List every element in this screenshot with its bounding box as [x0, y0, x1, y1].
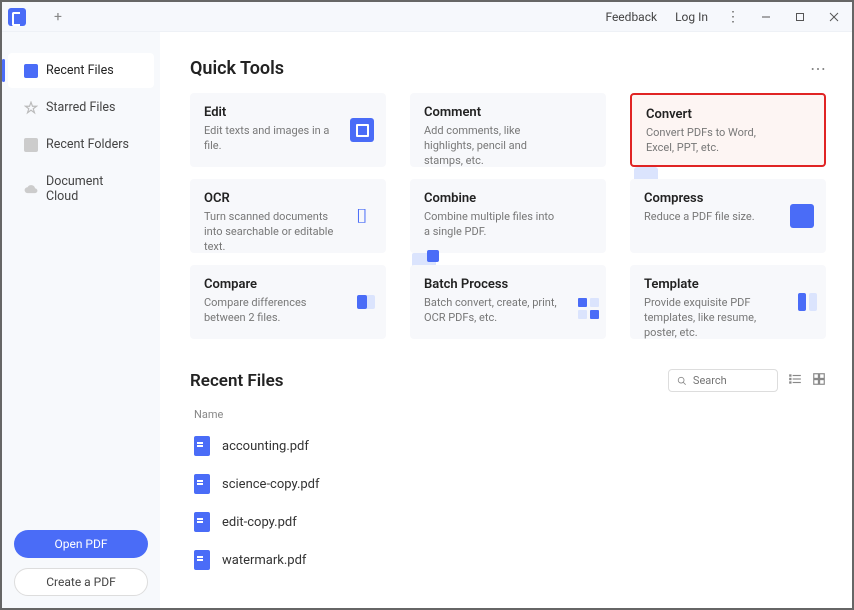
sidebar-label: Recent Files [46, 63, 114, 78]
recent-files-header: Recent Files [190, 369, 826, 392]
ocr-icon [350, 204, 374, 228]
grid-view-icon[interactable] [812, 372, 826, 390]
star-icon [24, 101, 38, 115]
titlebar-left: + [8, 8, 66, 26]
file-name: science-copy.pdf [222, 477, 320, 492]
create-pdf-button[interactable]: Create a PDF [14, 568, 148, 596]
sidebar-item-recent-files[interactable]: Recent Files [8, 53, 154, 88]
edit-icon [350, 118, 374, 142]
sidebar-item-document-cloud[interactable]: Document Cloud [8, 164, 154, 214]
quick-tools-grid: Edit Edit texts and images in a file. Co… [190, 93, 826, 339]
new-tab-button[interactable]: + [50, 9, 66, 25]
tool-card-combine[interactable]: Combine Combine multiple files into a si… [410, 179, 606, 253]
tool-title: Batch Process [424, 277, 592, 292]
minimize-button[interactable] [754, 5, 778, 29]
list-view-icon[interactable] [788, 372, 802, 390]
tool-card-batch-process[interactable]: Batch Process Batch convert, create, pri… [410, 265, 606, 339]
file-icon [24, 64, 38, 78]
file-name: accounting.pdf [222, 439, 309, 454]
titlebar-right: Feedback Log In ⋮ [601, 5, 846, 29]
file-name: edit-copy.pdf [222, 515, 297, 530]
file-name: watermark.pdf [222, 553, 306, 568]
batch-icon [570, 290, 594, 314]
sidebar-label: Document Cloud [46, 174, 138, 204]
tool-title: OCR [204, 191, 372, 206]
more-menu-icon[interactable]: ⋮ [722, 9, 744, 25]
template-icon [790, 290, 814, 314]
tool-desc: Convert PDFs to Word, Excel, PPT, etc. [646, 126, 810, 156]
content-area: Quick Tools ⋯ Edit Edit texts and images… [160, 32, 852, 608]
file-row[interactable]: accounting.pdf [190, 427, 826, 465]
file-row[interactable]: science-copy.pdf [190, 465, 826, 503]
pdf-file-icon [194, 512, 210, 532]
recent-files-heading: Recent Files [190, 371, 283, 391]
login-link[interactable]: Log In [671, 8, 712, 26]
sidebar-label: Starred Files [46, 100, 116, 115]
tool-card-edit[interactable]: Edit Edit texts and images in a file. [190, 93, 386, 167]
sidebar-footer: Open PDF Create a PDF [2, 518, 160, 608]
search-icon [677, 375, 687, 387]
tool-desc: Add comments, like highlights, pencil an… [424, 124, 592, 169]
open-pdf-button[interactable]: Open PDF [14, 530, 148, 558]
tool-title: Edit [204, 105, 372, 120]
file-row[interactable]: watermark.pdf [190, 541, 826, 579]
compare-icon [350, 290, 374, 314]
tool-title: Combine [424, 191, 592, 206]
tool-card-convert[interactable]: Convert Convert PDFs to Word, Excel, PPT… [630, 93, 826, 167]
tool-desc: Edit texts and images in a file. [204, 124, 372, 154]
tool-title: Convert [646, 107, 810, 122]
pdf-file-icon [194, 474, 210, 494]
tool-title: Template [644, 277, 812, 292]
sidebar: Recent Files Starred Files Recent Folder… [2, 32, 160, 608]
close-button[interactable] [822, 5, 846, 29]
tool-desc: Combine multiple files into a single PDF… [424, 210, 592, 240]
tool-desc: Provide exquisite PDF templates, like re… [644, 296, 812, 341]
pdf-file-icon [194, 436, 210, 456]
quick-tools-header: Quick Tools ⋯ [190, 58, 826, 79]
tool-desc: Reduce a PDF file size. [644, 210, 812, 225]
tool-desc: Compare differences between 2 files. [204, 296, 372, 326]
tool-title: Compress [644, 191, 812, 206]
main-area: Recent Files Starred Files Recent Folder… [2, 32, 852, 608]
tool-desc: Turn scanned documents into searchable o… [204, 210, 372, 255]
folder-icon [24, 138, 38, 152]
tool-card-comment[interactable]: Comment Add comments, like highlights, p… [410, 93, 606, 167]
app-logo-icon [8, 8, 26, 26]
maximize-button[interactable] [788, 5, 812, 29]
tool-card-template[interactable]: Template Provide exquisite PDF templates… [630, 265, 826, 339]
sidebar-item-recent-folders[interactable]: Recent Folders [8, 127, 154, 162]
search-box[interactable] [668, 369, 778, 392]
sidebar-item-starred-files[interactable]: Starred Files [8, 90, 154, 125]
tool-desc: Batch convert, create, print, OCR PDFs, … [424, 296, 592, 326]
tool-card-compare[interactable]: Compare Compare differences between 2 fi… [190, 265, 386, 339]
pdf-file-icon [194, 550, 210, 570]
quick-tools-heading: Quick Tools [190, 58, 284, 79]
search-input[interactable] [693, 374, 769, 387]
title-bar: + Feedback Log In ⋮ [2, 2, 852, 32]
sidebar-label: Recent Folders [46, 137, 129, 152]
quick-tools-more-icon[interactable]: ⋯ [810, 59, 826, 78]
column-header-name: Name [190, 402, 826, 427]
tool-title: Compare [204, 277, 372, 292]
tool-card-compress[interactable]: Compress Reduce a PDF file size. [630, 179, 826, 253]
feedback-link[interactable]: Feedback [601, 8, 661, 26]
file-row[interactable]: edit-copy.pdf [190, 503, 826, 541]
cloud-icon [24, 182, 38, 196]
recent-files-tools [668, 369, 826, 392]
tool-card-ocr[interactable]: OCR Turn scanned documents into searchab… [190, 179, 386, 253]
compress-icon [790, 204, 814, 228]
tool-title: Comment [424, 105, 592, 120]
